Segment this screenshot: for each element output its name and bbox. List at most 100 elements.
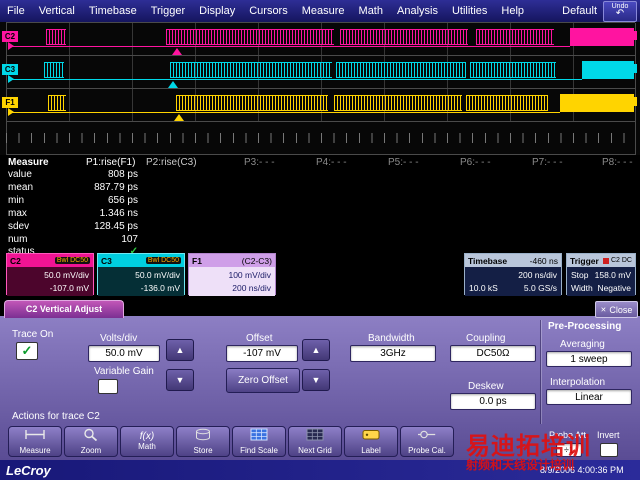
c3-coupling-badge: Bwl DC50 — [146, 257, 181, 264]
menu-item-vertical[interactable]: Vertical — [32, 5, 82, 17]
timebase-position: -460 ns — [530, 256, 558, 266]
f1-trace-label[interactable]: F1 — [2, 97, 18, 108]
c3-trace[interactable]: C3 — [0, 55, 640, 88]
c2-baseline — [8, 46, 570, 47]
c3-trace-label[interactable]: C3 — [2, 64, 18, 75]
measure-value: 887.79 ps — [66, 182, 138, 193]
volts-div-increase-button[interactable]: ▲ — [166, 339, 194, 361]
oscilloscope-screen: File Vertical Timebase Trigger Display C… — [0, 0, 640, 480]
measure-col-p5[interactable]: P5:- - - — [388, 157, 419, 168]
timebase-rate: 5.0 GS/s — [524, 283, 557, 293]
c3-descriptor-name: C3 — [101, 256, 112, 266]
action-zoom-button[interactable]: Zoom — [64, 426, 118, 457]
menu-item-cursors[interactable]: Cursors — [242, 5, 295, 17]
measure-col-p8[interactable]: P8:- - - — [602, 157, 633, 168]
action-store-label: Store — [193, 447, 212, 455]
dialog-section-divider — [540, 320, 541, 424]
f1-descriptor-box[interactable]: F1 (C2-C3) 100 mV/div 200 ns/div — [188, 253, 276, 295]
undo-button[interactable]: Undo ↶ — [603, 1, 637, 22]
averaging-input[interactable]: 1 sweep — [546, 351, 632, 367]
timebase-descriptor-name: Timebase — [468, 256, 507, 266]
trace-on-checkbox[interactable]: ✓ — [16, 342, 38, 360]
default-setup-label[interactable]: Default — [556, 5, 603, 17]
preprocessing-title: Pre-Processing — [548, 321, 621, 332]
menu-item-utilities[interactable]: Utilities — [445, 5, 494, 17]
f1-offset-marker[interactable] — [8, 108, 14, 116]
f1-waveform-burst — [466, 95, 548, 111]
f1-waveform-burst — [334, 95, 462, 111]
offset-increase-button[interactable]: ▲ — [302, 339, 330, 361]
measure-row-label: min — [8, 195, 24, 206]
action-next-grid-button[interactable]: Next Grid — [288, 426, 342, 457]
label-tag-icon — [359, 428, 383, 446]
waveform-display[interactable]: C2 C3 F1 — [0, 22, 640, 155]
measure-col-p1[interactable]: P1:rise(F1) — [86, 157, 135, 168]
f1-hscale: 200 ns/div — [193, 283, 271, 293]
close-button[interactable]: ✕ Close — [595, 301, 638, 318]
action-math-button[interactable]: f(x) Math — [120, 426, 174, 457]
menu-item-display[interactable]: Display — [192, 5, 242, 17]
interpolation-input[interactable]: Linear — [546, 389, 632, 405]
c3-offset-marker[interactable] — [8, 75, 14, 83]
deskew-input[interactable]: 0.0 ps — [450, 393, 536, 410]
averaging-label: Averaging — [560, 339, 605, 350]
offset-decrease-button[interactable]: ▼ — [302, 369, 330, 391]
menu-item-trigger[interactable]: Trigger — [144, 5, 192, 17]
coupling-input[interactable]: DC50Ω — [450, 345, 536, 362]
c2-waveform-block — [570, 28, 634, 46]
volts-div-input[interactable]: 50.0 mV — [88, 345, 160, 362]
watermark-line1: 易迪拓培训 — [466, 434, 591, 459]
trigger-descriptor-box[interactable]: Trigger C2 DC Stop 158.0 mV Width Negati… — [566, 253, 636, 295]
action-label-label: Label — [361, 447, 381, 455]
coupling-label: Coupling — [466, 333, 505, 344]
c2-trace-label[interactable]: C2 — [2, 31, 18, 42]
measure-row-label: sdev — [8, 221, 29, 232]
trigger-mode: Stop — [571, 270, 589, 280]
menu-item-math[interactable]: Math — [352, 5, 390, 17]
action-find-scale-button[interactable]: Find Scale — [232, 426, 286, 457]
volts-div-decrease-button[interactable]: ▼ — [166, 369, 194, 391]
f1-trace[interactable]: F1 — [0, 88, 640, 121]
timebase-descriptor-box[interactable]: Timebase -460 ns 200 ns/div 10.0 kS 5.0 … — [464, 253, 562, 295]
action-label-button[interactable]: Label — [344, 426, 398, 457]
measure-row-label: max — [8, 208, 27, 219]
f1-trigger-position-marker[interactable] — [174, 114, 184, 121]
menu-item-timebase[interactable]: Timebase — [82, 5, 144, 17]
invert-checkbox[interactable] — [600, 443, 618, 457]
c2-scale: 50.0 mV/div — [11, 270, 89, 280]
c2-descriptor-box[interactable]: C2 Bwl DC50 50.0 mV/div -107.0 mV — [6, 253, 94, 295]
red-watermark: 易迪拓培训 射频和天线设计培训 — [466, 434, 591, 472]
measure-col-p4[interactable]: P4:- - - — [316, 157, 347, 168]
menu-item-analysis[interactable]: Analysis — [390, 5, 445, 17]
c2-offset-marker[interactable] — [8, 42, 14, 50]
c3-waveform-block — [582, 61, 634, 79]
c2-offset: -107.0 mV — [11, 283, 89, 293]
action-probe-cal-button[interactable]: Probe Cal. — [400, 426, 454, 457]
measure-col-p7[interactable]: P7:- - - — [532, 157, 563, 168]
action-store-button[interactable]: Store — [176, 426, 230, 457]
f1-waveform-burst — [176, 95, 328, 111]
measure-col-p6[interactable]: P6:- - - — [460, 157, 491, 168]
f1-scale: 100 mV/div — [193, 270, 271, 280]
menu-item-measure[interactable]: Measure — [295, 5, 352, 17]
c2-trigger-position-marker[interactable] — [172, 48, 182, 55]
menu-item-help[interactable]: Help — [494, 5, 531, 17]
action-probe-cal-label: Probe Cal. — [408, 447, 446, 455]
undo-icon: ↶ — [616, 9, 624, 19]
action-measure-button[interactable]: Measure — [8, 426, 62, 457]
c2-trace[interactable]: C2 — [0, 22, 640, 55]
c3-waveform-burst — [470, 62, 556, 78]
c3-descriptor-box[interactable]: C3 Bwl DC50 50.0 mV/div -136.0 mV — [97, 253, 185, 295]
measure-col-p3[interactable]: P3:- - - — [244, 157, 275, 168]
offset-input[interactable]: -107 mV — [226, 345, 298, 362]
zero-offset-button[interactable]: Zero Offset — [226, 368, 300, 393]
menu-item-file[interactable]: File — [0, 5, 32, 17]
variable-gain-checkbox[interactable] — [98, 379, 118, 394]
measure-col-p2[interactable]: P2:rise(C3) — [146, 157, 197, 168]
bandwidth-input[interactable]: 3GHz — [350, 345, 436, 362]
actions-for-trace-label: Actions for trace C2 — [12, 411, 100, 422]
timeline-ticks — [6, 133, 635, 143]
tab-c2-vertical-adjust[interactable]: C2 Vertical Adjust — [4, 300, 124, 318]
c3-trigger-position-marker[interactable] — [168, 81, 178, 88]
measure-table-title: Measure — [8, 157, 49, 168]
